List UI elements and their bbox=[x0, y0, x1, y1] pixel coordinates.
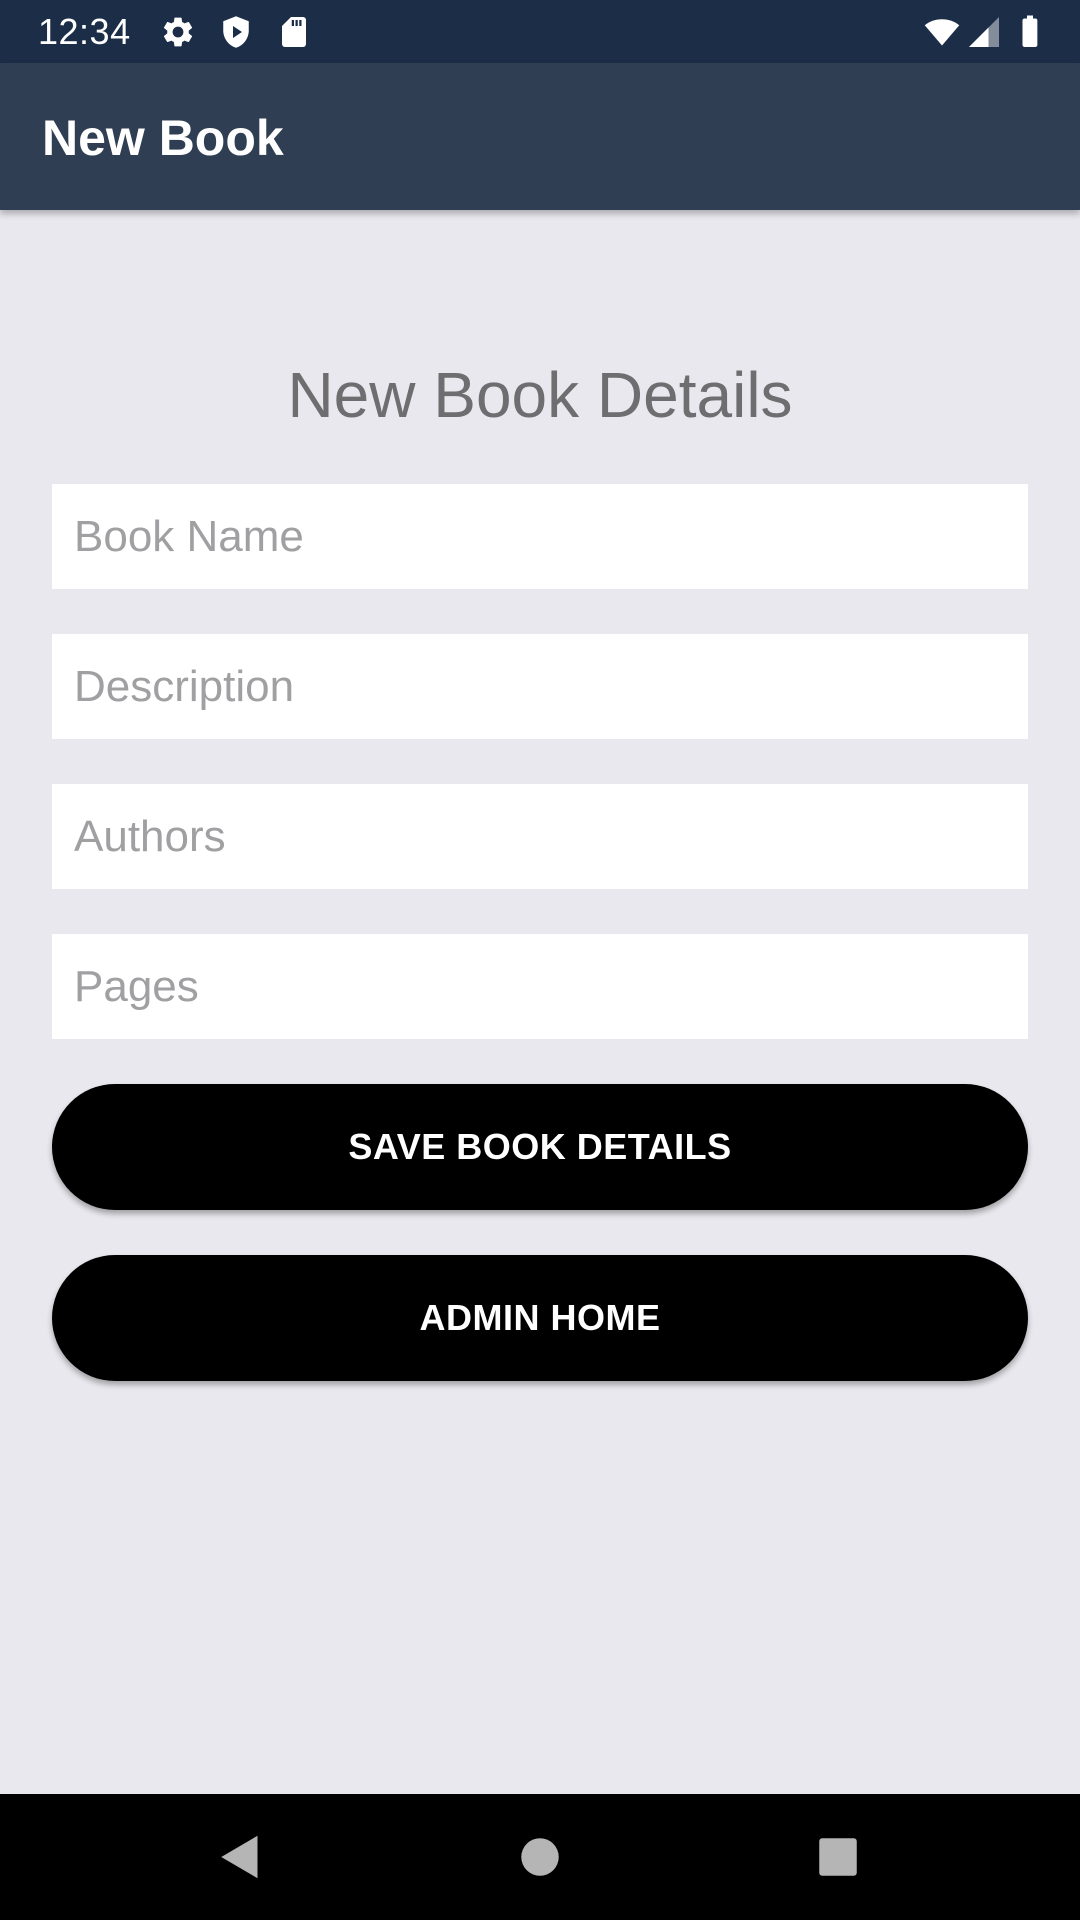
navigation-bar bbox=[0, 1794, 1080, 1920]
settings-icon bbox=[160, 14, 196, 50]
app-bar: New Book bbox=[0, 63, 1080, 210]
description-field[interactable] bbox=[52, 634, 1028, 739]
sd-card-icon bbox=[276, 14, 312, 50]
book-name-field[interactable] bbox=[52, 484, 1028, 589]
status-bar: 12:34 bbox=[0, 0, 1080, 63]
pages-field[interactable] bbox=[52, 934, 1028, 1039]
recents-icon[interactable] bbox=[808, 1827, 868, 1887]
save-book-details-button[interactable]: SAVE BOOK DETAILS bbox=[52, 1084, 1028, 1210]
app-title: New Book bbox=[42, 110, 284, 166]
admin-home-button[interactable]: ADMIN HOME bbox=[52, 1255, 1028, 1381]
back-icon[interactable] bbox=[210, 1827, 270, 1887]
form-heading: New Book Details bbox=[287, 359, 793, 431]
home-icon[interactable] bbox=[510, 1827, 570, 1887]
battery-icon bbox=[1012, 14, 1048, 50]
shield-icon bbox=[218, 14, 254, 50]
wifi-icon bbox=[924, 14, 960, 50]
status-time: 12:34 bbox=[38, 11, 131, 52]
cell-signal-icon bbox=[966, 14, 1002, 50]
authors-field[interactable] bbox=[52, 784, 1028, 889]
